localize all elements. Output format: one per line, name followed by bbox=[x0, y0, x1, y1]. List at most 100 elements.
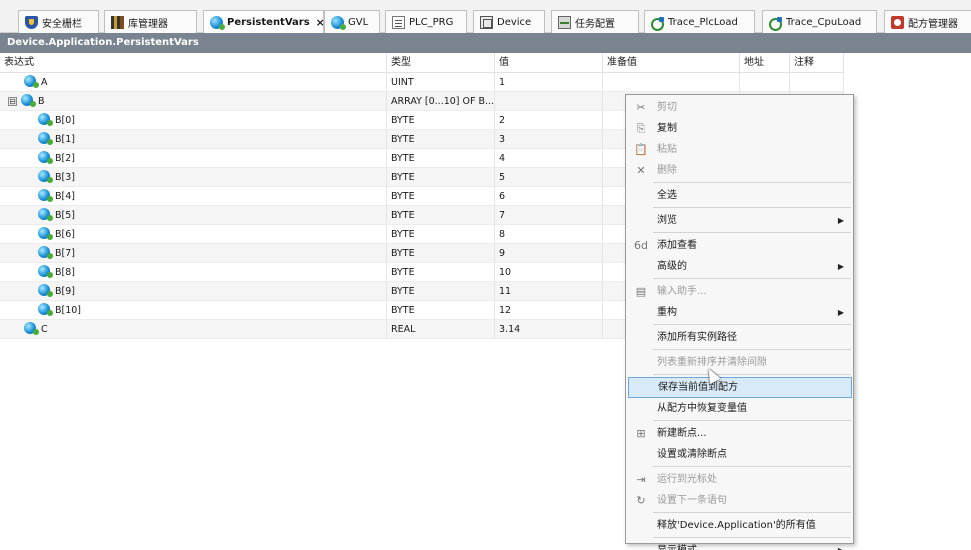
submenu-arrow-icon: ▶ bbox=[837, 308, 844, 317]
type-cell: ARRAY [0...10] OF B... bbox=[387, 92, 495, 111]
tab-library-manager[interactable]: 库管理器 bbox=[104, 10, 197, 33]
submenu-arrow-icon: ▶ bbox=[837, 216, 844, 225]
tab-recipe-manager[interactable]: 配方管理器 bbox=[884, 10, 971, 33]
tab-label: 安全栅栏 bbox=[42, 18, 82, 30]
set-next-statement-icon: ↻ bbox=[636, 494, 646, 507]
tab-device[interactable]: Device bbox=[473, 10, 545, 33]
menu-item[interactable]: 浏览 ▶ bbox=[628, 210, 852, 231]
menu-separator bbox=[653, 349, 851, 350]
type-cell: BYTE bbox=[387, 282, 495, 301]
library-icon bbox=[111, 15, 124, 29]
variable-name: A bbox=[41, 77, 48, 88]
collapse-icon[interactable]: ⊟ bbox=[8, 97, 17, 106]
expression-cell[interactable]: B[2] bbox=[0, 149, 387, 168]
comment-cell bbox=[790, 73, 844, 92]
column-header-address[interactable]: 地址 bbox=[740, 53, 790, 73]
variable-icon bbox=[38, 151, 53, 164]
run-to-cursor-icon: ⇥ bbox=[636, 473, 646, 486]
menu-item[interactable]: 重构 ▶ bbox=[628, 302, 852, 323]
column-header-expression[interactable]: 表达式 bbox=[0, 53, 387, 73]
menu-item[interactable]: 全选 bbox=[628, 185, 852, 206]
recipe-icon bbox=[891, 15, 904, 29]
menu-item-label: 释放'Device.Application'的所有值 bbox=[657, 520, 816, 531]
expression-cell[interactable]: B[1] bbox=[0, 130, 387, 149]
variable-icon bbox=[24, 75, 39, 88]
expression-cell[interactable]: B[6] bbox=[0, 225, 387, 244]
value-cell: 7 bbox=[495, 206, 603, 225]
value-cell: 1 bbox=[495, 73, 603, 92]
expression-cell[interactable]: A bbox=[0, 73, 387, 92]
variable-icon bbox=[38, 246, 53, 259]
menu-item[interactable]: ✂ 剪切 bbox=[628, 97, 852, 118]
expression-cell[interactable]: B[7] bbox=[0, 244, 387, 263]
variable-name: B[3] bbox=[55, 172, 75, 183]
menu-item[interactable]: ⎘ 复制 bbox=[628, 118, 852, 139]
tab-plc-prg[interactable]: PLC_PRG bbox=[385, 10, 467, 33]
menu-item[interactable]: 添加所有实例路径 bbox=[628, 327, 852, 348]
value-cell: 12 bbox=[495, 301, 603, 320]
type-cell: UINT bbox=[387, 73, 495, 92]
column-header-value[interactable]: 值 bbox=[495, 53, 603, 73]
tab-label: GVL bbox=[348, 16, 369, 28]
prepared-value-cell[interactable] bbox=[603, 73, 740, 92]
column-header-prepared-value[interactable]: 准备值 bbox=[603, 53, 740, 73]
tab-trace-cpuload[interactable]: Trace_CpuLoad bbox=[762, 10, 877, 33]
value-cell: 6 bbox=[495, 187, 603, 206]
close-icon[interactable]: × bbox=[316, 16, 323, 29]
menu-item[interactable]: 显示模式 ▶ bbox=[628, 540, 852, 550]
menu-item[interactable]: ↻ 设置下一条语句 bbox=[628, 490, 852, 511]
expression-cell[interactable]: C bbox=[0, 320, 387, 339]
menu-separator bbox=[653, 232, 851, 233]
trace-icon bbox=[651, 16, 664, 31]
variable-name: B[0] bbox=[55, 115, 75, 126]
tab-label: PersistentVars bbox=[227, 17, 310, 28]
column-header-type[interactable]: 类型 bbox=[387, 53, 495, 73]
column-header-comment[interactable]: 注释 bbox=[790, 53, 844, 73]
expression-cell[interactable]: B[10] bbox=[0, 301, 387, 320]
variable-icon bbox=[38, 170, 53, 183]
menu-item-label: 全选 bbox=[657, 190, 677, 201]
menu-item-label: 重构 bbox=[657, 307, 677, 318]
tab-gvl[interactable]: GVL bbox=[324, 10, 380, 33]
tab-trace-plcload[interactable]: Trace_PlcLoad bbox=[644, 10, 755, 33]
type-cell: BYTE bbox=[387, 206, 495, 225]
expression-cell[interactable]: B[0] bbox=[0, 111, 387, 130]
tab-safety-fence[interactable]: 安全栅栏 bbox=[18, 10, 99, 33]
expression-cell[interactable]: ⊟ B bbox=[0, 92, 387, 111]
tab-task-configuration[interactable]: 任务配置 bbox=[551, 10, 639, 33]
menu-item[interactable]: ▤ 输入助手... bbox=[628, 281, 852, 302]
menu-item[interactable]: ⇥ 运行到光标处 bbox=[628, 469, 852, 490]
table-row[interactable]: A UINT 1 bbox=[0, 73, 844, 92]
breakpoint-icon: ⊞ bbox=[636, 427, 646, 440]
menu-separator bbox=[653, 207, 851, 208]
tab-persistentvars[interactable]: PersistentVars × bbox=[203, 10, 324, 34]
menu-item[interactable]: ⊞ 新建断点... bbox=[628, 423, 852, 444]
expression-cell[interactable]: B[9] bbox=[0, 282, 387, 301]
menu-item-label: 添加所有实例路径 bbox=[657, 332, 737, 343]
menu-item[interactable]: 保存当前值到配方 bbox=[628, 377, 852, 398]
paste-icon: 📋 bbox=[634, 143, 648, 156]
menu-item[interactable]: 从配方中恢复变量值 bbox=[628, 398, 852, 419]
type-cell: REAL bbox=[387, 320, 495, 339]
expression-cell[interactable]: B[3] bbox=[0, 168, 387, 187]
menu-item[interactable]: 设置或清除断点 bbox=[628, 444, 852, 465]
menu-item-label: 高级的 bbox=[657, 261, 687, 272]
expression-cell[interactable]: B[4] bbox=[0, 187, 387, 206]
menu-item-label: 运行到光标处 bbox=[657, 474, 717, 485]
menu-item[interactable]: ✕ 删除 bbox=[628, 160, 852, 181]
expression-cell[interactable]: B[5] bbox=[0, 206, 387, 225]
menu-item-label: 输入助手... bbox=[657, 286, 707, 297]
menu-item[interactable]: 高级的 ▶ bbox=[628, 256, 852, 277]
menu-item-label: 删除 bbox=[657, 165, 677, 176]
type-cell: BYTE bbox=[387, 130, 495, 149]
menu-item[interactable]: 📋 粘贴 bbox=[628, 139, 852, 160]
menu-separator bbox=[653, 420, 851, 421]
type-cell: BYTE bbox=[387, 187, 495, 206]
expression-cell[interactable]: B[8] bbox=[0, 263, 387, 282]
tab-label: 配方管理器 bbox=[908, 18, 958, 30]
menu-item-label: 从配方中恢复变量值 bbox=[657, 403, 747, 414]
menu-item[interactable]: 6d 添加查看 bbox=[628, 235, 852, 256]
menu-item[interactable]: 列表重新排序并清除间隙 bbox=[628, 352, 852, 373]
menu-item[interactable]: 释放'Device.Application'的所有值 bbox=[628, 515, 852, 536]
variable-icon bbox=[38, 303, 53, 316]
